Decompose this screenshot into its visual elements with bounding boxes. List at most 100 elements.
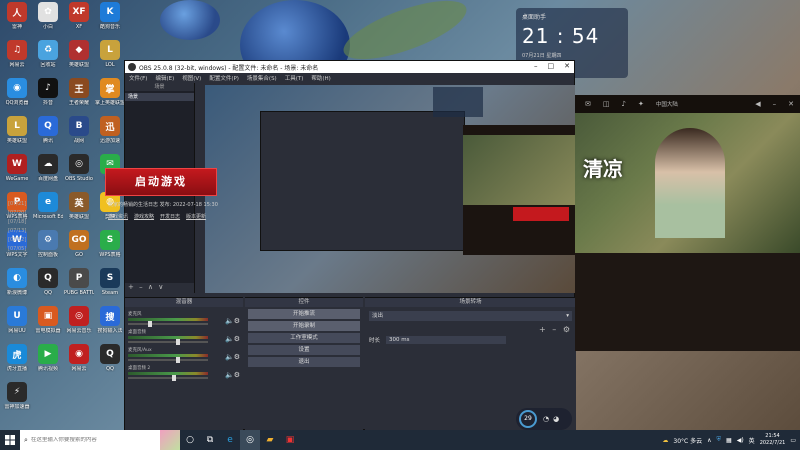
news-date[interactable]: [07/21] xyxy=(8,200,26,209)
volume-slider-knob[interactable] xyxy=(148,321,152,327)
desktop-icon[interactable]: ◉ QQ浏览器 xyxy=(2,78,32,118)
news-date[interactable]: [07/20] xyxy=(8,209,26,218)
volume-slider-knob[interactable] xyxy=(172,375,176,381)
obs-window[interactable]: OBS 25.0.8 (32-bit, windows) - 配置文件: 未命名… xyxy=(124,60,576,431)
maximize-icon[interactable]: □ xyxy=(548,62,555,70)
control-button[interactable]: 开始推流 xyxy=(248,309,360,319)
desktop-icon[interactable]: ⚙ 控制面板 xyxy=(33,230,63,270)
chevron-up-icon[interactable]: ∧ xyxy=(707,437,711,444)
windows-start-icon[interactable] xyxy=(0,430,20,450)
obs-title-bar[interactable]: OBS 25.0.8 (32-bit, windows) - 配置文件: 未命名… xyxy=(125,61,574,73)
launch-game-button[interactable]: 启动游戏 xyxy=(105,168,217,196)
desktop-icon[interactable]: Q 腾讯 xyxy=(33,116,63,156)
remove-icon[interactable]: – xyxy=(139,283,143,291)
close-icon[interactable]: ✕ xyxy=(564,62,570,70)
obs-preview-canvas[interactable] xyxy=(205,85,575,293)
add-icon[interactable]: + xyxy=(128,283,134,291)
game-launcher-window[interactable]: ✉ ◫ ♪ ✦ 中国大陆 ◀ – ✕ 清凉 xyxy=(575,95,800,351)
up-icon[interactable]: ∧ xyxy=(148,283,153,291)
news-link[interactable]: 开发日志 xyxy=(160,214,180,221)
game-icon[interactable]: ✦ xyxy=(638,100,644,108)
volume-slider[interactable] xyxy=(128,357,208,363)
volume-slider[interactable] xyxy=(128,339,208,345)
desktop-icon[interactable]: ◆ 英雄联盟 xyxy=(64,40,94,80)
transition-select[interactable]: 淡出 ▾ xyxy=(369,311,572,321)
speaker-icon[interactable]: 🔈⚙ xyxy=(225,371,240,379)
desktop-icon[interactable]: ◎ 网易云音乐 xyxy=(64,306,94,346)
obs-menu-item[interactable]: 文件(F) xyxy=(129,74,147,82)
wechat-icon[interactable]: ✉ xyxy=(585,100,591,108)
search-input[interactable] xyxy=(30,437,151,443)
obs-menu-item[interactable]: 视图(V) xyxy=(182,74,201,82)
desktop-icon[interactable]: ◐ 新浪微博 xyxy=(2,268,32,308)
obs-menu-item[interactable]: 场景集合(S) xyxy=(247,74,277,82)
desktop-icon[interactable]: GO GO xyxy=(64,230,94,270)
volume-slider[interactable] xyxy=(128,321,208,327)
task-view-icon[interactable]: ⧉ xyxy=(200,430,220,450)
desktop-icon[interactable]: U 网易UU xyxy=(2,306,32,346)
obs-menu-item[interactable]: 帮助(H) xyxy=(311,74,330,82)
control-button[interactable]: 工作室模式 xyxy=(248,333,360,343)
network-icon[interactable]: ▦ xyxy=(726,437,732,444)
input-method-icon[interactable]: 英 xyxy=(749,436,755,445)
task-view-icon[interactable]: ○ xyxy=(180,430,200,450)
obs-menu-item[interactable]: 工具(T) xyxy=(285,74,304,82)
desktop-icon[interactable]: S WPS表格 xyxy=(95,230,125,270)
scene-item[interactable]: 场景 xyxy=(125,93,194,101)
speaker-icon[interactable]: 🔈⚙ xyxy=(225,353,240,361)
add-transition-icon[interactable]: + xyxy=(539,325,546,334)
desktop-icon[interactable]: XF XF xyxy=(64,2,94,42)
desktop-icon[interactable]: ♫ 网易云 xyxy=(2,40,32,80)
desktop-icon[interactable]: ▶ 腾讯视频 xyxy=(33,344,63,384)
obs-menu-item[interactable]: 配置文件(P) xyxy=(209,74,239,82)
camera-icon[interactable]: ◫ xyxy=(603,100,610,108)
control-button[interactable]: 退出 xyxy=(248,357,360,367)
news-date[interactable]: [07/18] xyxy=(8,218,26,227)
speaker-icon[interactable]: 🔈⚙ xyxy=(225,335,240,343)
obs-taskbar-icon[interactable]: ◎ xyxy=(240,430,260,450)
shield-icon[interactable]: ⛨ xyxy=(717,436,722,444)
minimize-icon[interactable]: – xyxy=(773,100,777,108)
desktop-icon[interactable]: S Steam xyxy=(95,268,125,308)
desktop-icon[interactable]: ▣ 雷电模拟器 xyxy=(33,306,63,346)
desktop-icon[interactable]: e Microsoft Edge xyxy=(33,192,63,232)
desktop-icon[interactable]: ◎ OBS Studio xyxy=(64,154,94,194)
desktop-icon[interactable]: 王王者荣耀 xyxy=(64,78,94,118)
taskbar-search[interactable]: ⌕ xyxy=(20,430,160,450)
network-speed-widget[interactable]: 29 ◔ ◕ xyxy=(516,408,572,430)
launcher-region[interactable]: 中国大陆 xyxy=(656,100,678,108)
news-date[interactable]: [07/05] xyxy=(8,245,26,254)
tiktok-icon[interactable]: ♪ xyxy=(622,100,626,108)
desktop-icon[interactable]: 迅迅游加速 xyxy=(95,116,125,156)
desktop-icon[interactable]: 人雷神 xyxy=(2,2,32,42)
folder-icon[interactable]: ▰ xyxy=(260,430,280,450)
volume-slider-knob[interactable] xyxy=(176,339,180,345)
desktop-icon[interactable]: 搜搜狗输入法 xyxy=(95,306,125,346)
weather-text[interactable]: 30°C 多云 xyxy=(673,436,702,445)
speaker-icon[interactable]: 🔈⚙ xyxy=(225,317,240,325)
search-banner[interactable] xyxy=(160,430,180,450)
desktop-icon[interactable]: L LOL xyxy=(95,40,125,80)
desktop-icon[interactable]: ◉ 网易云 xyxy=(64,344,94,384)
desktop-icon[interactable]: L 英雄联盟 xyxy=(2,116,32,156)
news-headline[interactable]: 玩家的畅销的生活日志 发布: 2022-07-18 15:30 游戏资讯 游戏攻略… xyxy=(108,202,218,221)
game-launcher-taskbar-icon[interactable]: ▣ xyxy=(280,430,300,450)
desktop-icon[interactable]: Q QQ xyxy=(95,344,125,384)
desktop-icon[interactable]: W WeGame xyxy=(2,154,32,194)
desktop-icon[interactable]: ♪ 抖音 xyxy=(33,78,63,118)
desktop-icon[interactable]: Q QQ xyxy=(33,268,63,308)
gear-icon[interactable]: ⚙ xyxy=(563,325,570,334)
desktop-icon[interactable]: 虎虎牙直播 xyxy=(2,344,32,384)
close-icon[interactable]: ✕ xyxy=(788,100,794,108)
news-date[interactable]: [07/13] xyxy=(8,227,26,236)
desktop-icon[interactable]: 掌掌上英雄联盟 xyxy=(95,78,125,118)
news-link[interactable]: 游戏攻略 xyxy=(134,214,154,221)
desktop-icon[interactable]: B 战网 xyxy=(64,116,94,156)
duration-input[interactable]: 300 ms xyxy=(386,336,507,344)
down-icon[interactable]: ∨ xyxy=(158,283,163,291)
edge-icon[interactable]: e xyxy=(220,430,240,450)
control-button[interactable]: 设置 xyxy=(248,345,360,355)
news-link[interactable]: 游戏资讯 xyxy=(108,214,128,221)
volume-icon[interactable]: ◀) xyxy=(737,437,744,444)
notification-icon[interactable]: ▭ xyxy=(790,437,796,444)
